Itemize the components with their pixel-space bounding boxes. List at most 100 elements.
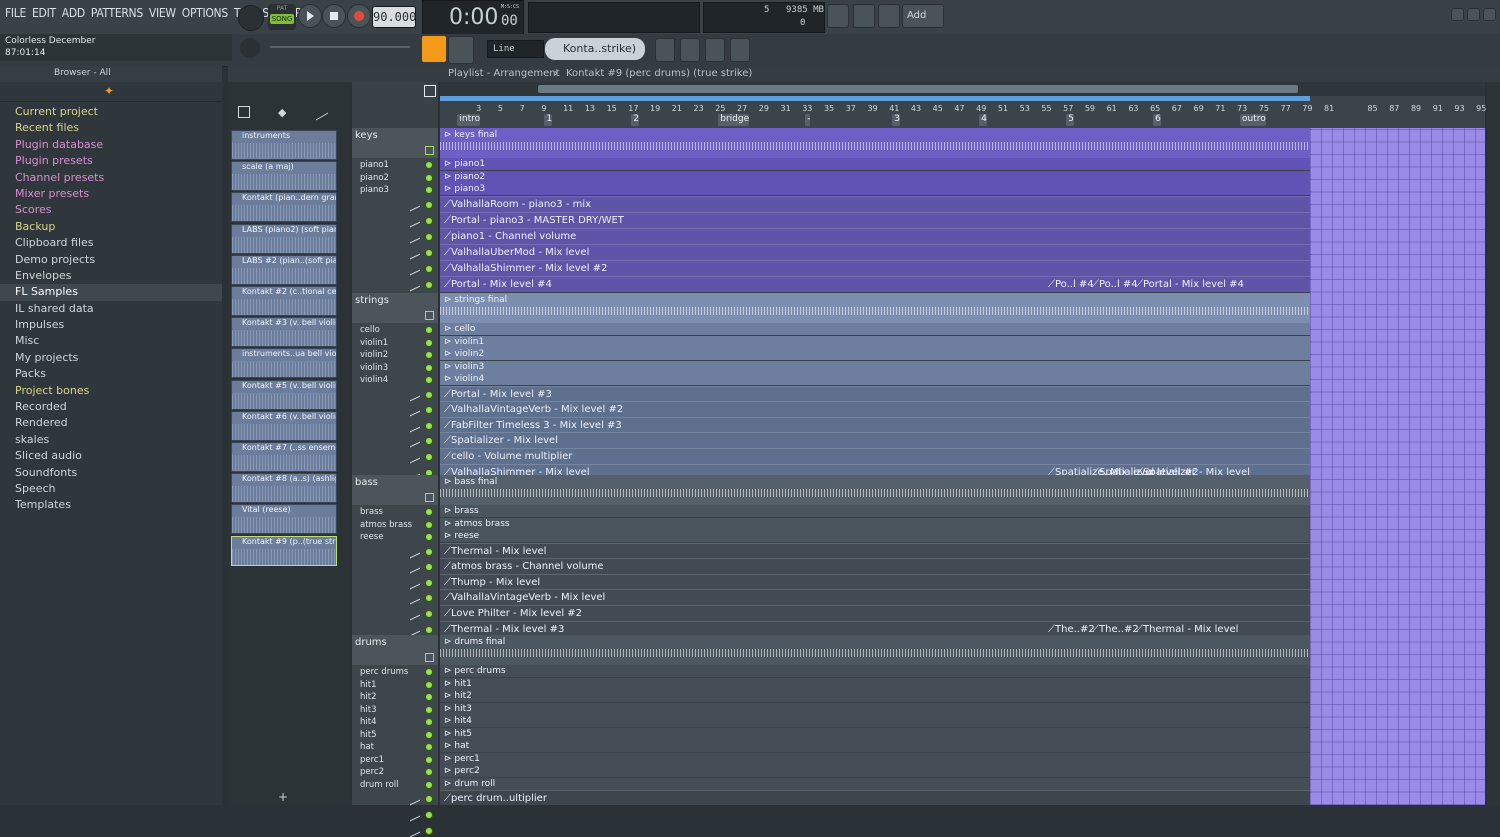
menu-edit[interactable]: EDIT <box>29 6 59 20</box>
track-enable-led[interactable] <box>425 338 433 347</box>
vertical-scrollbar[interactable] <box>1487 82 1500 805</box>
browser-item[interactable]: Scores <box>0 202 222 218</box>
track-sub-violin4[interactable]: violin4 <box>360 375 388 385</box>
track-enable-led[interactable] <box>425 363 433 372</box>
browser-item[interactable]: Backup <box>0 219 222 235</box>
automation-clip[interactable]: ⟋ValhallaShimmer - Mix level #2 <box>440 259 1310 276</box>
browser-item[interactable]: Channel presets <box>0 170 222 186</box>
track-enable-led[interactable] <box>425 718 433 726</box>
track-enable-led[interactable] <box>425 693 433 701</box>
track-lane[interactable]: ⊳ perc1 <box>440 752 1310 765</box>
track-enable-led[interactable] <box>425 351 433 359</box>
track-lane-bass-final[interactable]: ⊳ bass final <box>440 475 1310 505</box>
picker-item[interactable]: Kontakt #5 (v..bell violin) <box>231 379 337 410</box>
browser-item[interactable]: Demo projects <box>0 252 222 268</box>
track-lane[interactable]: ⊳ perc drums <box>440 665 1310 677</box>
track-enable-led[interactable] <box>425 232 433 241</box>
browser-item[interactable]: Speech <box>0 481 222 497</box>
timeline-ruler[interactable]: 3 5 7 9 11 13 15 17 19 21 23 25 27 29 31 33 35 37 39 41 43 45… <box>440 82 1486 128</box>
track-sub-brass[interactable]: brass <box>360 507 383 517</box>
render-icon[interactable] <box>853 4 875 28</box>
track-enable-led[interactable] <box>425 216 433 225</box>
track-lane[interactable]: ⊳ hit2 <box>440 690 1310 702</box>
browser-item[interactable]: Soundfonts <box>0 465 222 481</box>
picker-item[interactable]: Kontakt #3 (v..bell violin) <box>231 317 337 348</box>
automation-clip[interactable]: ⟋ValhallaVintageVerb - Mix level <box>440 589 1310 606</box>
track-enable-led[interactable] <box>425 376 433 384</box>
track-lane[interactable]: ⊳ hit5 <box>440 727 1310 740</box>
track-enable-led[interactable] <box>425 248 433 257</box>
track-enable-led[interactable] <box>425 280 433 289</box>
track-group-drums[interactable]: drums <box>352 635 438 665</box>
track-enable-led[interactable] <box>425 730 433 739</box>
track-enable-led[interactable] <box>425 668 433 676</box>
section-marker[interactable]: 1 <box>544 114 553 126</box>
track-enable-led[interactable] <box>425 625 433 634</box>
browser-item[interactable]: Rendered <box>0 415 222 431</box>
lock-icon[interactable] <box>425 653 434 662</box>
lock-icon[interactable] <box>425 146 434 155</box>
browser-item[interactable]: Plugin database <box>0 137 222 153</box>
section-marker[interactable]: bridge <box>718 114 750 126</box>
track-sub-hit4[interactable]: hit4 <box>360 717 377 727</box>
track-enable-led[interactable] <box>425 547 433 556</box>
track-enable-led[interactable] <box>425 563 433 572</box>
pat-icon[interactable] <box>424 85 436 97</box>
track-sub-violin1[interactable]: violin1 <box>360 338 388 348</box>
track-sub-piano2[interactable]: piano2 <box>360 173 389 183</box>
track-sub-hit1[interactable]: hit1 <box>360 680 377 690</box>
picker-item[interactable]: Kontakt #2 (c..tional cello) <box>231 286 337 316</box>
track-enable-led[interactable] <box>425 811 433 819</box>
automation-clip[interactable]: ⟋ValhallaVintageVerb - Mix level #2 <box>440 401 1310 417</box>
picker-item[interactable]: Kontakt #9 (p..(true strike) <box>231 535 337 566</box>
track-enable-led[interactable] <box>425 437 433 446</box>
track-sub-hit2[interactable]: hit2 <box>360 692 377 702</box>
automation-clip[interactable]: ⟋FabFilter Timeless 3 - Mix level #3 <box>440 416 1310 433</box>
track-lane[interactable]: ⊳ hit3 <box>440 702 1310 715</box>
maximize-icon[interactable] <box>1467 8 1480 21</box>
tempo-display[interactable]: 90.000 <box>372 6 416 28</box>
section-marker[interactable]: 4 <box>979 114 987 126</box>
track-sub-cello[interactable]: cello <box>360 325 380 335</box>
track-lane[interactable]: ⊳ violin1 <box>440 335 1310 348</box>
section-marker[interactable]: intro <box>457 114 481 126</box>
track-lane[interactable]: ⊳ perc2 <box>440 765 1310 777</box>
browser-item[interactable]: Envelopes <box>0 268 222 284</box>
automation-clip[interactable]: ⟋Love Philter - Mix level #2 <box>440 604 1310 621</box>
track-enable-led[interactable] <box>425 200 433 209</box>
track-sub-hit3[interactable]: hit3 <box>360 705 377 715</box>
section-marker[interactable]: 3 <box>892 114 900 126</box>
section-marker[interactable]: - <box>805 114 811 126</box>
track-enable-led[interactable] <box>425 406 433 415</box>
mixer-icon[interactable] <box>730 38 750 62</box>
track-sub-violin2[interactable]: violin2 <box>360 350 388 360</box>
piano-keys-icon[interactable] <box>238 106 250 118</box>
track-enable-led[interactable] <box>425 421 433 430</box>
picker-item[interactable]: scale (a maj) <box>231 161 337 192</box>
picker-item[interactable]: LABS #2 (pian..(soft piano) <box>231 254 337 285</box>
track-lane[interactable]: ⊳ violin2 <box>440 348 1310 360</box>
track-lane-keys-final[interactable]: ⊳ keys final <box>440 128 1310 158</box>
track-enable-led[interactable] <box>425 743 433 751</box>
save-icon[interactable] <box>827 4 849 28</box>
add-button[interactable]: Add <box>902 4 944 28</box>
track-lane[interactable]: ⊳ hat <box>440 740 1310 752</box>
track-enable-led[interactable] <box>425 755 433 764</box>
track-sub-perc2[interactable]: perc2 <box>360 767 384 777</box>
play-button[interactable] <box>298 4 322 28</box>
track-enable-led[interactable] <box>425 520 433 529</box>
track-enable-led[interactable] <box>425 609 433 618</box>
automation-clip[interactable]: ⟋Spatializer - Mix level <box>440 432 1310 449</box>
track-enable-led[interactable] <box>425 533 433 541</box>
track-sub-reese[interactable]: reese <box>360 532 383 542</box>
browser-item[interactable]: Packs <box>0 366 222 382</box>
track-enable-led[interactable] <box>425 264 433 273</box>
section-marker[interactable]: outro <box>1240 114 1266 126</box>
automation-clip[interactable]: ⟋perc drum..ultiplier <box>440 790 1310 805</box>
lock-icon[interactable] <box>425 311 434 320</box>
record-button[interactable] <box>347 4 371 28</box>
track-sub-piano3[interactable]: piano3 <box>360 185 389 195</box>
picker-item[interactable]: Kontakt (pian..dern grand) <box>231 192 337 223</box>
track-lane[interactable]: ⊳ violin3 <box>440 360 1310 373</box>
track-lane[interactable]: ⊳ hit4 <box>440 715 1310 727</box>
